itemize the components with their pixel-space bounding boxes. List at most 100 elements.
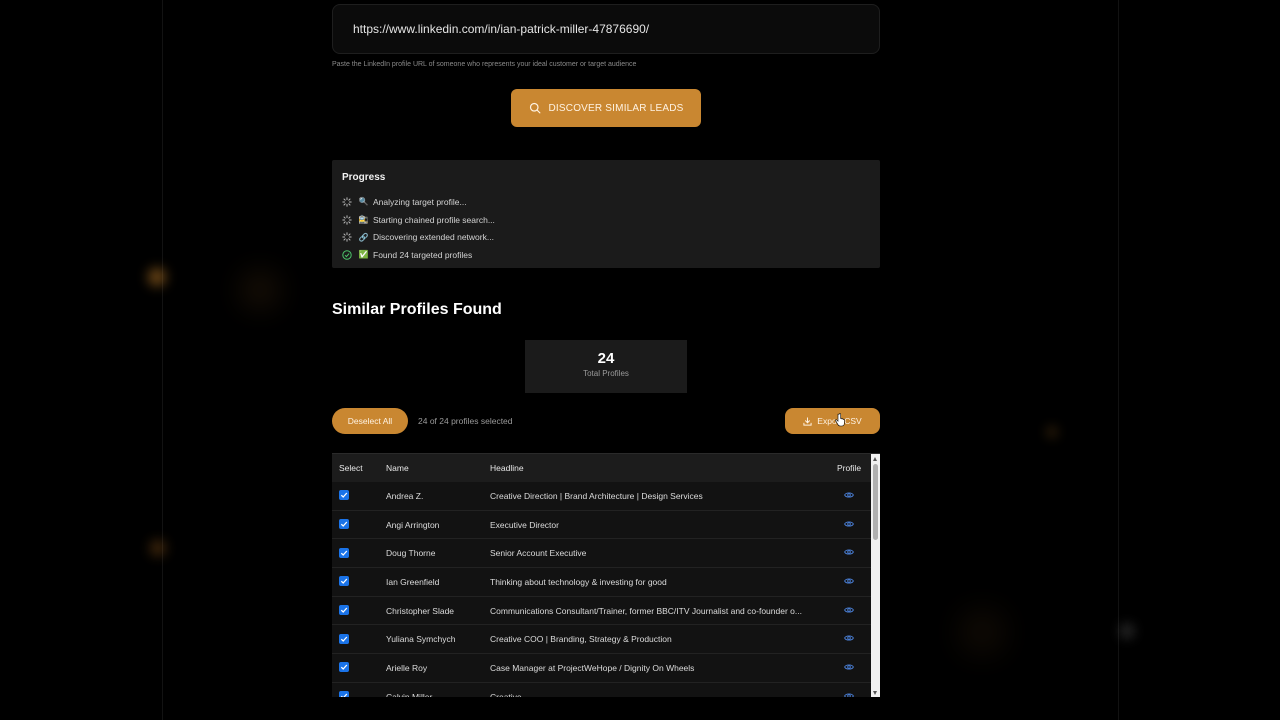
checkmark-icon [340,665,348,671]
url-hint: Paste the LinkedIn profile URL of someon… [332,61,637,68]
scroll-up-icon[interactable] [873,457,877,461]
eye-icon[interactable] [844,491,854,499]
spinner-icon [342,232,352,242]
progress-step: ✅ Found 24 targeted profiles [342,246,870,264]
scroll-thumb[interactable] [873,464,878,540]
row-headline: Creative Direction | Brand Architecture … [490,490,703,501]
deselect-all-button[interactable]: Deselect All [332,408,408,434]
search-icon [529,102,540,114]
progress-step-text: Analyzing target profile... [373,196,467,207]
checkmark-icon [340,636,348,642]
row-name: Ian Greenfield [386,576,440,587]
row-headline: Creative [490,691,522,697]
row-profile-cell [829,663,869,673]
row-name: Arielle Roy [386,662,428,673]
row-checkbox[interactable] [339,547,349,558]
col-name: Name [386,463,409,473]
export-csv-button[interactable]: Export CSV [785,408,880,434]
row-profile-cell [829,692,869,697]
col-profile: Profile [836,463,862,473]
scroll-down-icon[interactable] [873,691,877,695]
row-name: Andrea Z. [386,490,424,501]
eye-icon[interactable] [844,548,854,556]
row-checkbox[interactable] [339,490,349,501]
link-emoji-icon: 🔗 [358,232,369,242]
row-headline: Case Manager at ProjectWeHope / Dignity … [490,662,695,673]
table-row: Yuliana Symchych Creative COO | Branding,… [332,625,880,655]
progress-step: 🚉 Starting chained profile search... [342,211,870,229]
row-select-cell [332,490,386,501]
train-emoji-icon: 🚉 [358,215,369,225]
eye-icon[interactable] [844,663,854,671]
table-row: Ian Greenfield Thinking about technology … [332,568,880,597]
eye-icon[interactable] [844,520,854,528]
progress-step: 🔍 Analyzing target profile... [342,193,870,211]
row-checkbox[interactable] [339,691,349,697]
row-headline: Thinking about technology & investing fo… [490,576,667,587]
checkmark-icon [340,550,348,556]
row-profile-cell [829,606,869,616]
col-select: Select [339,463,363,473]
progress-step: 🔗 Discovering extended network... [342,228,870,246]
row-name: Christopher Slade [386,605,455,616]
row-select-cell [332,662,386,673]
linkedin-url-value: https://www.linkedin.com/in/ian-patrick-… [353,22,650,36]
eye-icon[interactable] [844,634,854,642]
row-profile-cell [829,491,869,501]
table-row: Calvin Miller Creative [332,682,880,697]
progress-title: Progress [342,172,386,183]
row-name: Angi Arrington [386,519,440,530]
row-headline: Communications Consultant/Trainer, forme… [490,605,802,616]
row-name: Yuliana Symchych [386,634,456,645]
row-profile-cell [829,577,869,587]
row-checkbox[interactable] [339,576,349,587]
row-select-cell [332,605,386,616]
progress-panel: Progress 🔍 Analyzing target profile... 🚉… [332,160,880,268]
table-row: Christopher Slade Communications Consulta… [332,596,880,626]
linkedin-url-input[interactable]: https://www.linkedin.com/in/ian-patrick-… [332,4,880,54]
row-profile-cell [829,548,869,558]
row-checkbox[interactable] [339,519,349,530]
total-profiles-card: 24 Total Profiles [525,340,687,393]
checkmark-icon [340,607,348,614]
row-checkbox[interactable] [339,662,349,673]
row-profile-cell [829,520,869,530]
row-headline: Executive Director [490,519,559,530]
row-profile-cell [829,634,869,644]
row-select-cell [332,519,386,530]
spinner-icon [342,214,352,225]
hand-cursor-icon [835,413,845,427]
eye-icon[interactable] [844,692,854,697]
table-row: Arielle Roy Case Manager at ProjectWeHope… [332,654,880,683]
profiles-table: Select Name Headline Profile Andrea Z. Cr… [332,453,880,697]
checkmark-icon [340,578,348,585]
row-headline: Senior Account Executive [490,548,587,559]
checkmark-icon [340,492,348,499]
row-select-cell [332,633,386,645]
row-select-cell [332,547,386,559]
row-name: Calvin Miller [386,691,433,697]
total-profiles-count: 24 [597,350,615,367]
table-header: Select Name Headline Profile [332,454,880,482]
spinner-icon [342,197,352,207]
eye-icon[interactable] [844,577,854,585]
eye-icon[interactable] [844,606,854,614]
checkmark-icon [340,521,348,527]
checkmark-emoji-icon: ✅ [358,250,369,260]
row-headline: Creative COO | Branding, Strategy & Prod… [490,634,672,645]
progress-step-text: Found 24 targeted profiles [373,249,473,260]
progress-step-text: Starting chained profile search... [373,214,495,225]
discover-leads-label: DISCOVER SIMILAR LEADS [548,102,684,114]
table-scrollbar[interactable] [871,454,880,697]
check-circle-icon [342,250,352,260]
row-name: Doug Thorne [386,548,436,559]
row-checkbox[interactable] [339,633,349,644]
row-checkbox[interactable] [339,605,349,616]
table-row: Doug Thorne Senior Account Executive [332,539,880,569]
discover-leads-button[interactable]: DISCOVER SIMILAR LEADS [511,89,701,127]
download-icon [803,416,812,426]
row-select-cell [332,576,386,587]
checkmark-icon [340,693,348,697]
total-profiles-label: Total Profiles [583,369,629,378]
selected-count: 24 of 24 profiles selected [418,416,513,426]
